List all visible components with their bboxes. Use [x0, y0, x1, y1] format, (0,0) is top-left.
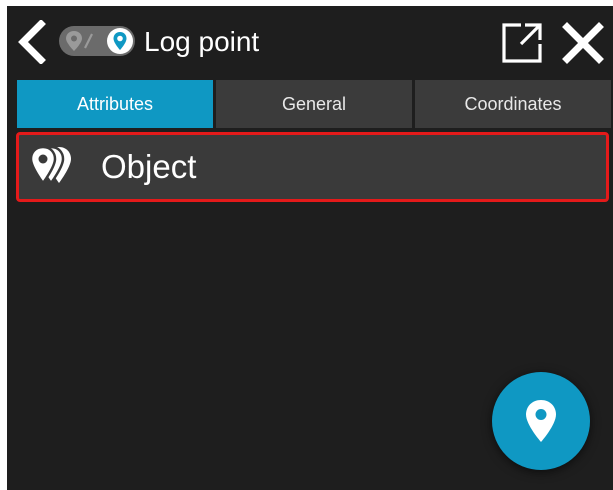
list-item-label: Object	[101, 148, 197, 185]
map-pin-icon[interactable]	[107, 28, 133, 54]
tab-coordinates[interactable]: Coordinates	[415, 80, 611, 128]
map-pin-icon	[526, 400, 556, 442]
open-external-button[interactable]	[499, 20, 545, 66]
back-button[interactable]	[15, 19, 51, 65]
page-title: Log point	[144, 26, 260, 57]
open-external-icon	[502, 23, 542, 63]
add-point-button[interactable]	[492, 372, 590, 470]
log-point-screen: Log point Attributes General Coordinates	[7, 6, 613, 490]
close-button[interactable]	[560, 20, 606, 66]
tab-attributes[interactable]: Attributes	[17, 80, 213, 128]
chevron-left-icon	[18, 19, 46, 65]
top-bar: Log point	[7, 6, 613, 78]
stacked-pins-icon	[27, 143, 79, 191]
tab-general[interactable]: General	[216, 80, 412, 128]
list-item-object[interactable]: Object	[16, 132, 609, 202]
route-pin-icon[interactable]	[65, 30, 95, 52]
mode-toggle[interactable]	[59, 26, 135, 56]
close-icon	[562, 22, 604, 64]
tab-bar: Attributes General Coordinates	[17, 80, 611, 128]
